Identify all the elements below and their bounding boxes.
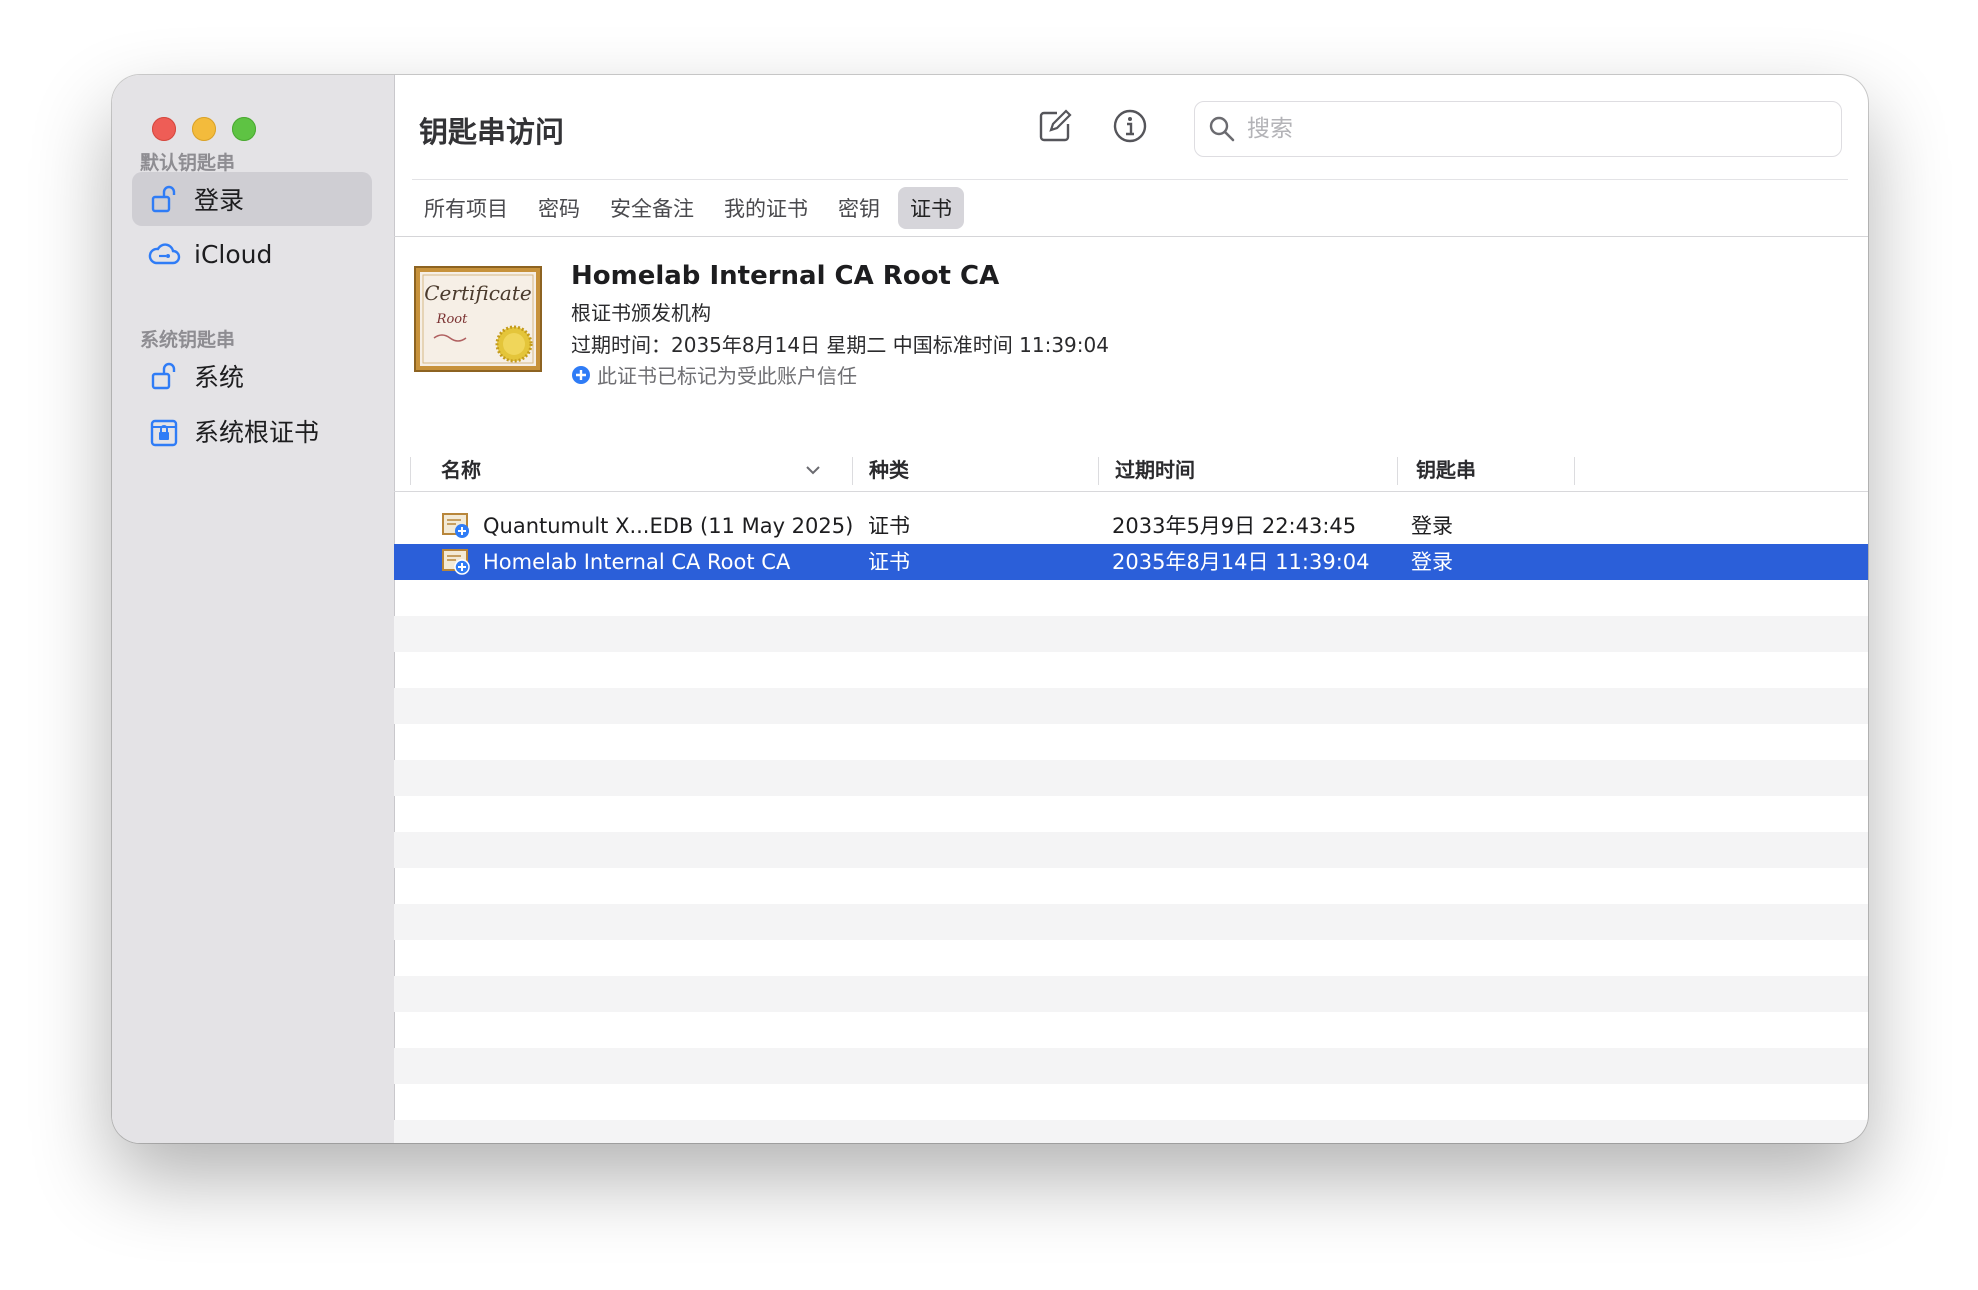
plus-circle-icon (571, 365, 591, 385)
tabs-divider (394, 236, 1868, 237)
row-expires: 2035年8月14日 11:39:04 (1112, 550, 1370, 574)
tab-keys[interactable]: 密钥 (826, 187, 892, 229)
sidebar-item-system[interactable]: 系统 (132, 349, 372, 403)
toolbar-divider (412, 179, 1848, 180)
info-icon (1112, 108, 1148, 148)
empty-row (394, 1120, 1868, 1143)
empty-row (394, 616, 1868, 652)
sidebar: 默认钥匙串 登录 iCloud 系统钥匙串 系统 系统根证书 (112, 75, 395, 1143)
close-button[interactable] (152, 117, 176, 141)
empty-row (394, 1048, 1868, 1084)
certificate-large-icon: Certificate Root (414, 266, 542, 372)
empty-row (394, 580, 1868, 616)
sidebar-section-system-keychains: 系统钥匙串 (140, 329, 236, 351)
minimize-button[interactable] (192, 117, 216, 141)
window-title: 钥匙串访问 (419, 115, 565, 149)
column-header-expires[interactable]: 过期时间 (1115, 449, 1195, 491)
sidebar-item-system-roots[interactable]: 系统根证书 (132, 404, 372, 458)
tab-certificates[interactable]: 证书 (898, 187, 964, 229)
category-tabs: 所有项目 密码 安全备注 我的证书 密钥 证书 (412, 187, 970, 229)
info-button[interactable] (1107, 105, 1153, 151)
detail-trust-text: 此证书已标记为受此账户信任 (597, 364, 857, 388)
column-divider (1574, 457, 1575, 485)
sidebar-item-label: 系统根证书 (194, 418, 320, 447)
search-icon (1207, 114, 1237, 144)
row-name: Homelab Internal CA Root CA (483, 550, 791, 574)
chevron-down-icon[interactable] (804, 461, 822, 483)
row-keychain: 登录 (1411, 514, 1453, 538)
row-name: Quantumult X...EDB (11 May 2025) (483, 514, 854, 538)
sidebar-item-login[interactable]: 登录 (132, 172, 372, 226)
certificate-title-text: Certificate (424, 281, 531, 305)
column-header-kind[interactable]: 种类 (869, 449, 909, 491)
column-header-name[interactable]: 名称 (441, 449, 481, 491)
empty-row (394, 1012, 1868, 1048)
detail-certificate-kind: 根证书颁发机构 (571, 301, 711, 325)
sidebar-item-label: iCloud (194, 239, 273, 269)
column-divider (410, 457, 411, 485)
row-kind: 证书 (868, 550, 910, 574)
detail-certificate-name: Homelab Internal CA Root CA (571, 261, 1000, 291)
certificate-subtitle-text: Root (436, 312, 468, 327)
certificate-icon (442, 549, 470, 575)
detail-expiration: 过期时间：2035年8月14日 星期二 中国标准时间 11:39:04 (571, 333, 1109, 357)
certificate-table-body: Quantumult X...EDB (11 May 2025) 证书 2033… (394, 508, 1868, 1143)
locked-cabinet-icon (146, 413, 182, 449)
empty-row (394, 760, 1868, 796)
certificate-icon (442, 513, 470, 539)
table-row[interactable]: Quantumult X...EDB (11 May 2025) 证书 2033… (394, 508, 1868, 544)
table-header: 名称 种类 过期时间 钥匙串 (394, 449, 1868, 492)
empty-row (394, 832, 1868, 868)
empty-row (394, 904, 1868, 940)
icloud-icon (146, 236, 182, 272)
keychain-window: 默认钥匙串 登录 iCloud 系统钥匙串 系统 系统根证书 钥匙串访问 搜索 … (112, 75, 1868, 1143)
search-field[interactable] (1194, 101, 1842, 157)
empty-row (394, 940, 1868, 976)
unlocked-padlock-icon (146, 358, 182, 394)
empty-row (394, 976, 1868, 1012)
empty-row (394, 688, 1868, 724)
empty-row (394, 652, 1868, 688)
empty-row (394, 724, 1868, 760)
empty-row (394, 796, 1868, 832)
sidebar-item-label: 系统 (194, 363, 245, 392)
column-divider (852, 457, 853, 485)
tab-passwords[interactable]: 密码 (526, 187, 592, 229)
tab-secure-notes[interactable]: 安全备注 (598, 187, 706, 229)
search-input[interactable] (1245, 115, 1809, 143)
row-expires: 2033年5月9日 22:43:45 (1112, 514, 1357, 538)
compose-icon (1037, 108, 1073, 148)
sidebar-item-label: 登录 (194, 186, 245, 215)
column-divider (1397, 457, 1398, 485)
sidebar-section-default-keychains: 默认钥匙串 (140, 152, 236, 174)
row-keychain: 登录 (1411, 550, 1453, 574)
row-kind: 证书 (868, 514, 910, 538)
table-row-selected[interactable]: Homelab Internal CA Root CA 证书 2035年8月14… (394, 544, 1868, 580)
tab-all-items[interactable]: 所有项目 (412, 187, 520, 229)
unlocked-padlock-icon (146, 181, 182, 217)
column-header-keychain[interactable]: 钥匙串 (1416, 449, 1476, 491)
detail-trust-status: 此证书已标记为受此账户信任 (571, 360, 857, 389)
empty-row (394, 1084, 1868, 1120)
column-divider (1098, 457, 1099, 485)
zoom-button[interactable] (232, 117, 256, 141)
new-item-button[interactable] (1032, 105, 1078, 151)
tab-my-certificates[interactable]: 我的证书 (712, 187, 820, 229)
empty-row (394, 868, 1868, 904)
sidebar-item-icloud[interactable]: iCloud (132, 227, 372, 281)
